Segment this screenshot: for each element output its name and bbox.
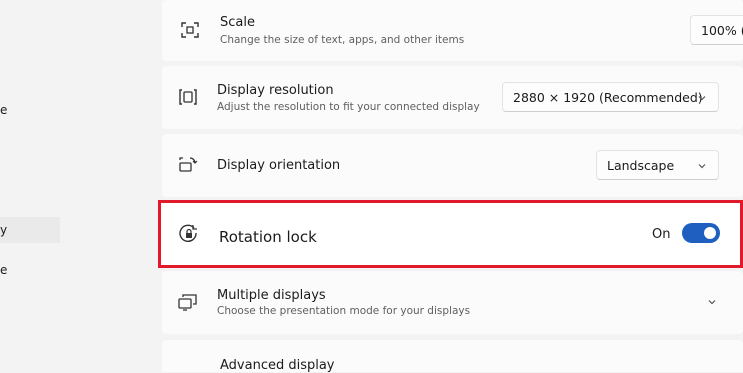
display-orientation-value: Landscape [607, 157, 675, 173]
multiple-displays-subtitle: Choose the presentation mode for your di… [217, 305, 471, 317]
sidebar-item-label[interactable]: e [0, 103, 7, 117]
scale-icon [181, 22, 199, 38]
sidebar-item-label[interactable]: y [0, 223, 7, 237]
display-resolution-icon [179, 89, 197, 105]
sidebar-item-label[interactable]: e [0, 263, 7, 277]
multiple-displays-row[interactable]: Multiple displays Choose the presentatio… [162, 271, 743, 334]
display-orientation-dropdown[interactable]: Landscape [596, 150, 719, 180]
scale-dropdown[interactable]: 100% ( [690, 15, 743, 45]
advanced-display-title: Advanced display [220, 358, 335, 373]
toggle-knob [704, 227, 716, 239]
rotation-lock-state: On [652, 227, 671, 242]
display-resolution-subtitle: Adjust the resolution to fit your connec… [217, 101, 480, 113]
chevron-down-icon [698, 164, 706, 169]
display-resolution-title: Display resolution [217, 83, 334, 98]
rotation-lock-icon [179, 224, 197, 242]
sidebar-selected-item[interactable] [0, 217, 60, 243]
display-resolution-value: 2880 × 1920 (Recommended) [513, 89, 703, 105]
display-resolution-row: Display resolution Adjust the resolution… [162, 66, 743, 129]
rotation-lock-title: Rotation lock [219, 228, 317, 246]
multiple-displays-icon [178, 294, 197, 311]
scale-value: 100% ( [701, 22, 743, 38]
chevron-down-icon [698, 96, 706, 101]
display-resolution-dropdown[interactable]: 2880 × 1920 (Recommended) [502, 82, 719, 112]
advanced-display-row[interactable]: Advanced display [162, 340, 743, 373]
chevron-down-icon[interactable] [707, 297, 717, 307]
display-orientation-row: Display orientation Landscape [162, 134, 743, 197]
scale-subtitle: Change the size of text, apps, and other… [220, 34, 465, 46]
rotation-lock-toggle[interactable] [682, 223, 720, 243]
scale-row: Scale Change the size of text, apps, and… [162, 0, 743, 61]
display-orientation-title: Display orientation [217, 158, 341, 173]
multiple-displays-title: Multiple displays [217, 288, 326, 303]
display-orientation-icon [179, 157, 198, 172]
settings-sidebar: e y e [0, 0, 160, 372]
scale-title: Scale [220, 15, 255, 30]
